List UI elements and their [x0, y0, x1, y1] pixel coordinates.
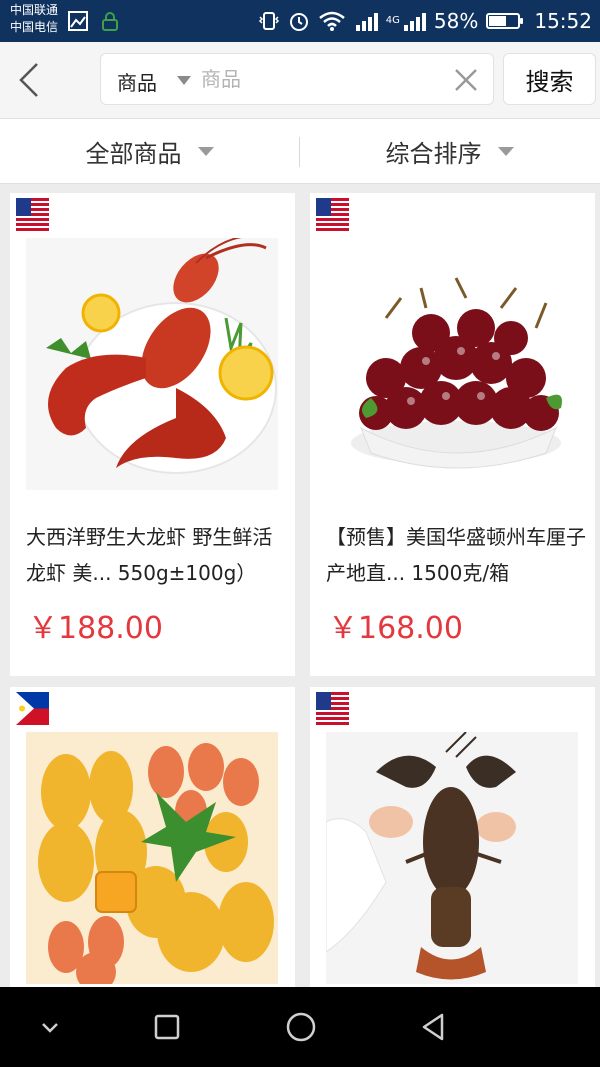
scope-dropdown-icon[interactable]: [177, 76, 191, 85]
network-type: 4G: [385, 15, 400, 26]
back-arrow-icon: [19, 63, 38, 97]
product-card[interactable]: [10, 687, 295, 997]
product-card[interactable]: 大西洋野生大龙虾 野生鲜活龙虾 美... 550g±100g） ￥188.00: [10, 193, 295, 676]
back-button[interactable]: [14, 60, 44, 100]
search-input[interactable]: [201, 64, 441, 94]
live-lobster-image: [326, 732, 578, 984]
search-box: 商品: [100, 53, 494, 105]
usa-flag-icon: [316, 198, 349, 231]
clear-search-icon[interactable]: [453, 67, 479, 93]
filter-bar: 全部商品 综合排序: [0, 118, 600, 184]
search-button[interactable]: 搜索: [503, 53, 596, 105]
product-price: ￥168.00: [328, 611, 463, 646]
wifi-icon: [318, 11, 345, 31]
sort-dropdown-icon: [497, 146, 514, 156]
product-card[interactable]: 【预售】美国华盛顿州车厘子 产地直... 1500克/箱 ￥168.00: [310, 193, 595, 676]
sort-filter-label: 综合排序: [385, 139, 482, 168]
carrier-1: 中国联通: [10, 3, 59, 17]
image-notification-icon: [68, 11, 88, 31]
carrier-names: 中国联通 中国电信: [10, 2, 58, 36]
signal-1-icon: [355, 13, 378, 31]
battery-percent: 58%: [433, 9, 479, 33]
vibrate-icon: [258, 12, 279, 30]
product-card[interactable]: [310, 687, 595, 997]
philippines-flag-icon: [16, 692, 49, 725]
signal-2-icon: [403, 13, 426, 31]
back-nav-button[interactable]: [414, 1007, 454, 1047]
lock-notification-icon: [102, 12, 118, 31]
usa-flag-icon: [316, 692, 349, 725]
search-scope-selector[interactable]: 商品: [117, 67, 157, 96]
alarm-icon: [289, 13, 308, 31]
product-price: ￥188.00: [28, 611, 163, 646]
clock: 15:52: [534, 9, 592, 33]
status-bar: 中国联通 中国电信 4G 58% 15:52: [0, 0, 600, 42]
product-title[interactable]: 大西洋野生大龙虾 野生鲜活龙虾 美... 550g±100g）: [26, 519, 288, 591]
product-title[interactable]: 【预售】美国华盛顿州车厘子 产地直... 1500克/箱: [326, 519, 588, 591]
lobster-image: [26, 238, 278, 490]
search-header: 商品 搜索: [0, 42, 600, 118]
navigation-bar: [0, 987, 600, 1067]
sort-filter[interactable]: 综合排序: [300, 119, 599, 183]
home-button[interactable]: [281, 1007, 321, 1047]
cherries-image: [326, 238, 578, 490]
hide-keyboard-icon[interactable]: [30, 1007, 70, 1047]
status-icons: 4G 58% 15:52: [258, 0, 592, 42]
carrier-2: 中国电信: [10, 20, 59, 34]
category-filter-label: 全部商品: [85, 139, 182, 168]
mangoes-image: [26, 732, 278, 984]
usa-flag-icon: [16, 198, 49, 231]
category-dropdown-icon: [197, 146, 214, 156]
battery-icon: [486, 13, 524, 29]
category-filter[interactable]: 全部商品: [0, 119, 299, 183]
recent-apps-button[interactable]: [147, 1007, 187, 1047]
